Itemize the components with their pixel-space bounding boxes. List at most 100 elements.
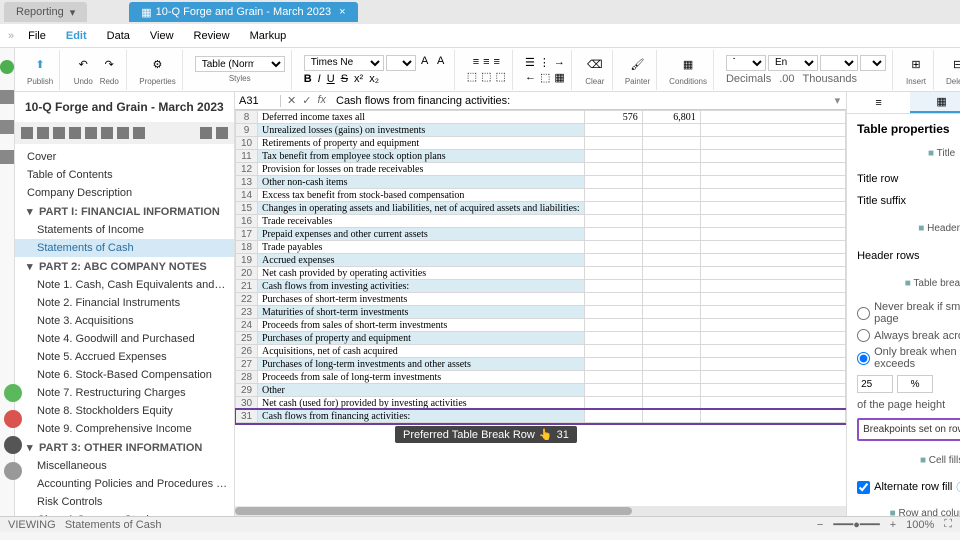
table-row[interactable]: 13Other non-cash items: [236, 176, 846, 189]
zoom-in-icon[interactable]: +: [890, 519, 896, 531]
cell-blank[interactable]: [700, 163, 845, 176]
outline-stmt-income[interactable]: Statements of Income: [15, 221, 234, 239]
cell-blank[interactable]: [700, 176, 845, 189]
outline-n6[interactable]: Note 6. Stock-Based Compensation: [15, 366, 234, 384]
outline-n3[interactable]: Note 3. Acquisitions: [15, 312, 234, 330]
cell-b[interactable]: [642, 163, 700, 176]
row-header[interactable]: 26: [236, 345, 258, 358]
cell-desc[interactable]: Cash flows from financing activities:: [258, 410, 585, 423]
cell-b[interactable]: [642, 215, 700, 228]
table-row[interactable]: 15Changes in operating assets and liabil…: [236, 202, 846, 215]
cell-desc[interactable]: Cash flows from investing activities:: [258, 280, 585, 293]
cell-blank[interactable]: [700, 358, 845, 371]
cell-a[interactable]: [584, 371, 642, 384]
cell-desc[interactable]: Other non-cash items: [258, 176, 585, 189]
cell-blank[interactable]: [700, 410, 845, 423]
cell-blank[interactable]: [700, 384, 845, 397]
font-select[interactable]: Times New Roman: [304, 55, 384, 71]
fx-cancel-icon[interactable]: ✕: [287, 94, 296, 107]
cell-blank[interactable]: [700, 280, 845, 293]
ot-icon-7[interactable]: [117, 127, 129, 139]
ot-icon-8[interactable]: [133, 127, 145, 139]
grid-table[interactable]: 8Deferred income taxes all5766,8019Unrea…: [235, 110, 846, 423]
table-row[interactable]: 12Provision for losses on trade receivab…: [236, 163, 846, 176]
valign-top-icon[interactable]: ⬚: [467, 70, 477, 83]
break-radio-never[interactable]: Never break if smaller than a page: [857, 299, 960, 327]
cell-desc[interactable]: Net cash (used for) provided by investin…: [258, 397, 585, 410]
cell-b[interactable]: [642, 150, 700, 163]
highlight-icon[interactable]: A: [434, 55, 448, 71]
ot-icon-1[interactable]: [21, 127, 33, 139]
cell-b[interactable]: [642, 293, 700, 306]
cell-a[interactable]: [584, 241, 642, 254]
cell-desc[interactable]: Changes in operating assets and liabilit…: [258, 202, 585, 215]
outline-part1[interactable]: ▾PART I: FINANCIAL INFORMATION: [15, 202, 234, 221]
outline-n5[interactable]: Note 5. Accrued Expenses: [15, 348, 234, 366]
cell-a[interactable]: 576: [584, 111, 642, 124]
row-header[interactable]: 21: [236, 280, 258, 293]
cell-b[interactable]: [642, 241, 700, 254]
cell-b[interactable]: [642, 384, 700, 397]
row-header[interactable]: 10: [236, 137, 258, 150]
row-header[interactable]: 30: [236, 397, 258, 410]
table-row[interactable]: 9Unrealized losses (gains) on investment…: [236, 124, 846, 137]
conditions-button[interactable]: ▦: [677, 53, 699, 75]
menu-data[interactable]: Data: [107, 30, 130, 42]
outline-classa[interactable]: Class A Common Stock: [15, 511, 234, 516]
ot-icon-2[interactable]: [37, 127, 49, 139]
cell-b[interactable]: [642, 371, 700, 384]
pct-unit[interactable]: %: [897, 375, 933, 393]
row-header[interactable]: 14: [236, 189, 258, 202]
outline-part3[interactable]: ▾PART 3: OTHER INFORMATION: [15, 438, 234, 457]
cell-a[interactable]: [584, 215, 642, 228]
strike-button[interactable]: S: [341, 73, 348, 85]
bold-button[interactable]: B: [304, 73, 312, 85]
break-radio-always[interactable]: Always break across pages: [857, 327, 960, 344]
cell-a[interactable]: [584, 280, 642, 293]
cell-b[interactable]: [642, 137, 700, 150]
doc-icon[interactable]: [0, 120, 14, 134]
cell-desc[interactable]: Purchases of property and equipment: [258, 332, 585, 345]
super-button[interactable]: x²: [354, 73, 363, 85]
cell-a[interactable]: [584, 163, 642, 176]
outline-risk[interactable]: Risk Controls: [15, 493, 234, 511]
ot-icon-6[interactable]: [101, 127, 113, 139]
outline-n7[interactable]: Note 7. Restructuring Charges: [15, 384, 234, 402]
row-header[interactable]: 11: [236, 150, 258, 163]
menu-markup[interactable]: Markup: [250, 30, 287, 42]
row-header[interactable]: 27: [236, 358, 258, 371]
ot-icon-9[interactable]: [200, 127, 212, 139]
cell-b[interactable]: [642, 228, 700, 241]
table-row[interactable]: 24Proceeds from sales of short-term inve…: [236, 319, 846, 332]
insert-button[interactable]: ⊞: [905, 53, 927, 75]
outline-misc[interactable]: Miscellaneous: [15, 457, 234, 475]
chart-icon[interactable]: [0, 150, 14, 164]
cell-desc[interactable]: Acquisitions, net of cash acquired: [258, 345, 585, 358]
cell-a[interactable]: [584, 397, 642, 410]
mag-select[interactable]: Ones: [820, 55, 858, 71]
sub-button[interactable]: x₂: [369, 73, 379, 85]
table-row[interactable]: 21Cash flows from investing activities:: [236, 280, 846, 293]
cell-b[interactable]: [642, 358, 700, 371]
cell-desc[interactable]: Tax benefit from employee stock option p…: [258, 150, 585, 163]
table-row[interactable]: 28Proceeds from sale of long-term invest…: [236, 371, 846, 384]
cell-b[interactable]: [642, 397, 700, 410]
cell-blank[interactable]: [700, 371, 845, 384]
row-header[interactable]: 18: [236, 241, 258, 254]
row-header[interactable]: 8: [236, 111, 258, 124]
cell-blank[interactable]: [700, 202, 845, 215]
redo-button[interactable]: ↷: [98, 53, 120, 75]
table-row[interactable]: 18Trade payables: [236, 241, 846, 254]
painter-button[interactable]: 🖌: [626, 53, 648, 75]
cell-a[interactable]: [584, 384, 642, 397]
cell-blank[interactable]: [700, 293, 845, 306]
fullscreen-icon[interactable]: ⛶: [944, 518, 952, 531]
cell-a[interactable]: [584, 189, 642, 202]
menu-view[interactable]: View: [150, 30, 174, 42]
formula-bar[interactable]: Cash flows from financing activities:: [332, 95, 829, 107]
nav-icon[interactable]: [0, 90, 14, 104]
cell-desc[interactable]: Retirements of property and equipment: [258, 137, 585, 150]
cell-b[interactable]: [642, 176, 700, 189]
outline-n9[interactable]: Note 9. Comprehensive Income: [15, 420, 234, 438]
cell-desc[interactable]: Purchases of short-term investments: [258, 293, 585, 306]
